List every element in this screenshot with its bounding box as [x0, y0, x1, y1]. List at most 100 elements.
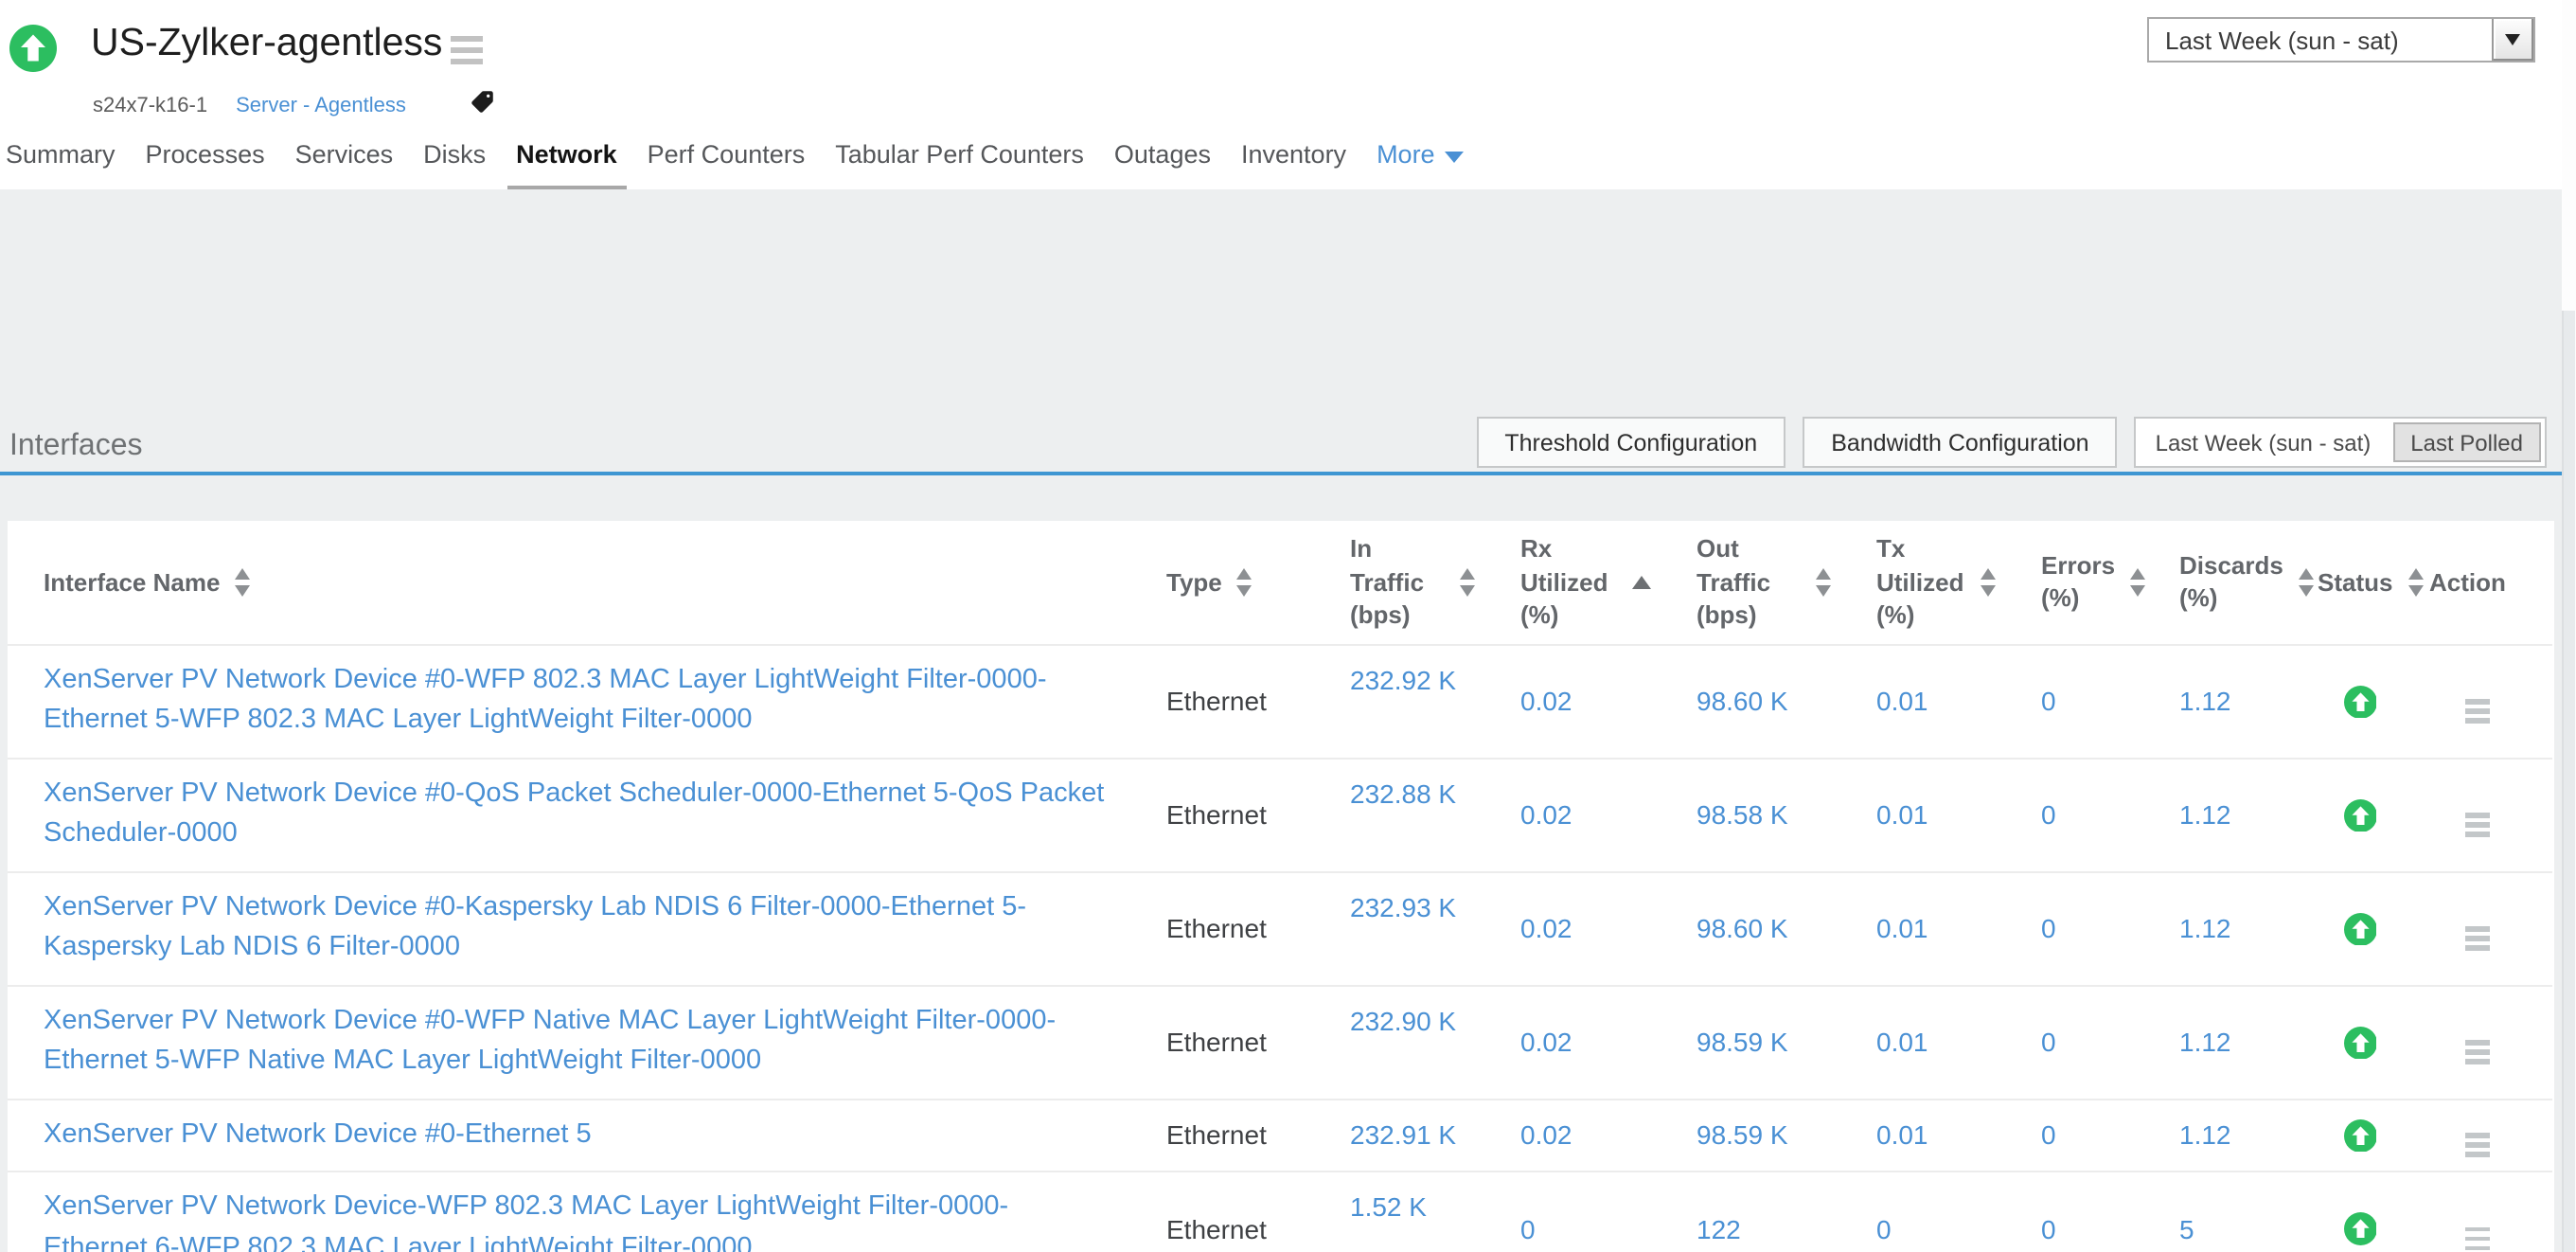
sort-icon[interactable]	[1816, 568, 1831, 596]
table-row: XenServer PV Network Device #0-Kaspersky…	[8, 871, 2552, 985]
rx-utilized-value[interactable]: 0.02	[1475, 871, 1651, 985]
errors-value[interactable]: 0	[1996, 758, 2134, 871]
row-action-menu-icon[interactable]	[2465, 699, 2491, 723]
bandwidth-configuration-button[interactable]: Bandwidth Configuration	[1803, 417, 2117, 468]
out-traffic-value[interactable]: 98.59 K	[1651, 1099, 1831, 1172]
threshold-configuration-button[interactable]: Threshold Configuration	[1476, 417, 1785, 468]
dropdown-arrow-icon[interactable]	[2491, 19, 2532, 61]
sort-icon[interactable]	[235, 568, 250, 596]
out-traffic-value[interactable]: 98.60 K	[1651, 871, 1831, 985]
tx-utilized-value[interactable]: 0	[1831, 1172, 1996, 1252]
global-period-dropdown[interactable]: Last Week (sun - sat)	[2146, 17, 2534, 63]
period-toggle: Last Week (sun - sat) Last Polled	[2135, 417, 2546, 468]
interface-name-link[interactable]: XenServer PV Network Device #0-QoS Packe…	[8, 758, 1121, 871]
interface-name-link[interactable]: XenServer PV Network Device #0-WFP Nativ…	[8, 985, 1121, 1099]
tab-processes[interactable]: Processes	[146, 140, 265, 169]
in-traffic-value[interactable]: 232.88 K	[1305, 758, 1475, 871]
discards-value[interactable]: 1.12	[2134, 758, 2295, 871]
col-tx-utilized[interactable]: Tx Utilized(%)	[1831, 521, 1996, 644]
tab-tabular-perf-counters[interactable]: Tabular Perf Counters	[835, 140, 1084, 169]
sort-icon[interactable]	[2130, 568, 2145, 596]
interfaces-section: Interfaces Threshold Configuration Bandw…	[0, 189, 2561, 1252]
out-traffic-value[interactable]: 98.58 K	[1651, 758, 1831, 871]
interface-up-status-icon	[2295, 644, 2403, 758]
chevron-down-icon	[1445, 151, 1464, 162]
errors-value[interactable]: 0	[1996, 985, 2134, 1099]
discards-value[interactable]: 1.12	[2134, 1099, 2295, 1172]
rx-utilized-value[interactable]: 0.02	[1475, 644, 1651, 758]
interface-name-link[interactable]: XenServer PV Network Device-WFP 802.3 MA…	[8, 1172, 1121, 1252]
tab-summary[interactable]: Summary	[6, 140, 115, 169]
col-in-traffic[interactable]: In Traffic(bps)	[1305, 521, 1475, 644]
interfaces-section-title: Interfaces	[9, 430, 143, 464]
in-traffic-value[interactable]: 232.90 K	[1305, 985, 1475, 1099]
interface-name-link[interactable]: XenServer PV Network Device #0-Ethernet …	[8, 1099, 1121, 1172]
out-traffic-value[interactable]: 98.60 K	[1651, 644, 1831, 758]
sort-ascending-icon[interactable]	[1632, 576, 1651, 589]
col-out-traffic[interactable]: Out Traffic(bps)	[1651, 521, 1831, 644]
tab-inventory[interactable]: Inventory	[1241, 140, 1346, 169]
in-traffic-value[interactable]: 232.92 K	[1305, 644, 1475, 758]
tx-utilized-value[interactable]: 0.01	[1831, 758, 1996, 871]
interface-up-status-icon	[2295, 985, 2403, 1099]
monitor-type-link[interactable]: Server - Agentless	[236, 96, 406, 118]
page-scrollbar[interactable]	[2561, 0, 2576, 1252]
interface-name-link[interactable]: XenServer PV Network Device #0-WFP 802.3…	[8, 644, 1121, 758]
tab-outages[interactable]: Outages	[1114, 140, 1211, 169]
period-toggle-last-week[interactable]: Last Week (sun - sat)	[2137, 419, 2390, 466]
table-row: XenServer PV Network Device #0-QoS Packe…	[8, 758, 2552, 871]
interface-type: Ethernet	[1121, 758, 1305, 871]
section-divider	[0, 472, 2561, 475]
table-row: XenServer PV Network Device #0-WFP Nativ…	[8, 985, 2552, 1099]
col-rx-utilized[interactable]: Rx Utilized(%)	[1475, 521, 1651, 644]
errors-value[interactable]: 0	[1996, 1172, 2134, 1252]
scrollbar-thumb[interactable]	[2562, 311, 2575, 1252]
tab-disks[interactable]: Disks	[423, 140, 486, 169]
rx-utilized-value[interactable]: 0.02	[1475, 758, 1651, 871]
tab-network[interactable]: Network	[516, 140, 617, 169]
sort-icon[interactable]	[1237, 568, 1252, 596]
row-action-menu-icon[interactable]	[2465, 1134, 2491, 1157]
monitor-tabs: Summary Processes Services Disks Network…	[6, 140, 1464, 169]
row-action-menu-icon[interactable]	[2465, 926, 2491, 950]
col-interface-name[interactable]: Interface Name	[8, 521, 1121, 644]
interface-name-link[interactable]: XenServer PV Network Device #0-Kaspersky…	[8, 871, 1121, 985]
discards-value[interactable]: 1.12	[2134, 644, 2295, 758]
tx-utilized-value[interactable]: 0.01	[1831, 985, 1996, 1099]
row-action-menu-icon[interactable]	[2465, 1040, 2491, 1064]
in-traffic-value[interactable]: 232.93 K	[1305, 871, 1475, 985]
col-errors[interactable]: Errors(%)	[1996, 521, 2134, 644]
sort-icon[interactable]	[1460, 568, 1475, 596]
interfaces-table: Interface Name Type In Traffic(bps) Rx U…	[8, 521, 2552, 1252]
errors-value[interactable]: 0	[1996, 871, 2134, 985]
errors-value[interactable]: 0	[1996, 1099, 2134, 1172]
discards-value[interactable]: 1.12	[2134, 985, 2295, 1099]
errors-value[interactable]: 0	[1996, 644, 2134, 758]
tab-services[interactable]: Services	[295, 140, 394, 169]
row-action-menu-icon[interactable]	[2465, 813, 2491, 836]
sort-icon[interactable]	[1981, 568, 1996, 596]
period-toggle-last-polled[interactable]: Last Polled	[2393, 422, 2540, 462]
sort-icon[interactable]	[2299, 568, 2314, 596]
rx-utilized-value[interactable]: 0.02	[1475, 985, 1651, 1099]
out-traffic-value[interactable]: 122	[1651, 1172, 1831, 1252]
tag-icon[interactable]	[471, 89, 496, 120]
tx-utilized-value[interactable]: 0.01	[1831, 871, 1996, 985]
in-traffic-value[interactable]: 232.91 K	[1305, 1099, 1475, 1172]
discards-value[interactable]: 5	[2134, 1172, 2295, 1252]
row-action-menu-icon[interactable]	[2465, 1226, 2491, 1250]
col-discards[interactable]: Discards(%)	[2134, 521, 2295, 644]
title-menu-icon[interactable]	[451, 36, 483, 64]
sort-icon[interactable]	[2407, 568, 2423, 596]
tx-utilized-value[interactable]: 0.01	[1831, 1099, 1996, 1172]
tx-utilized-value[interactable]: 0.01	[1831, 644, 1996, 758]
rx-utilized-value[interactable]: 0	[1475, 1172, 1651, 1252]
page: US-Zylker-agentless s24x7-k16-1 Server -…	[0, 0, 2576, 1252]
tab-perf-counters[interactable]: Perf Counters	[648, 140, 806, 169]
discards-value[interactable]: 1.12	[2134, 871, 2295, 985]
rx-utilized-value[interactable]: 0.02	[1475, 1099, 1651, 1172]
col-type[interactable]: Type	[1121, 521, 1305, 644]
in-traffic-value[interactable]: 1.52 K	[1305, 1172, 1475, 1252]
out-traffic-value[interactable]: 98.59 K	[1651, 985, 1831, 1099]
tab-more[interactable]: More	[1377, 140, 1464, 169]
